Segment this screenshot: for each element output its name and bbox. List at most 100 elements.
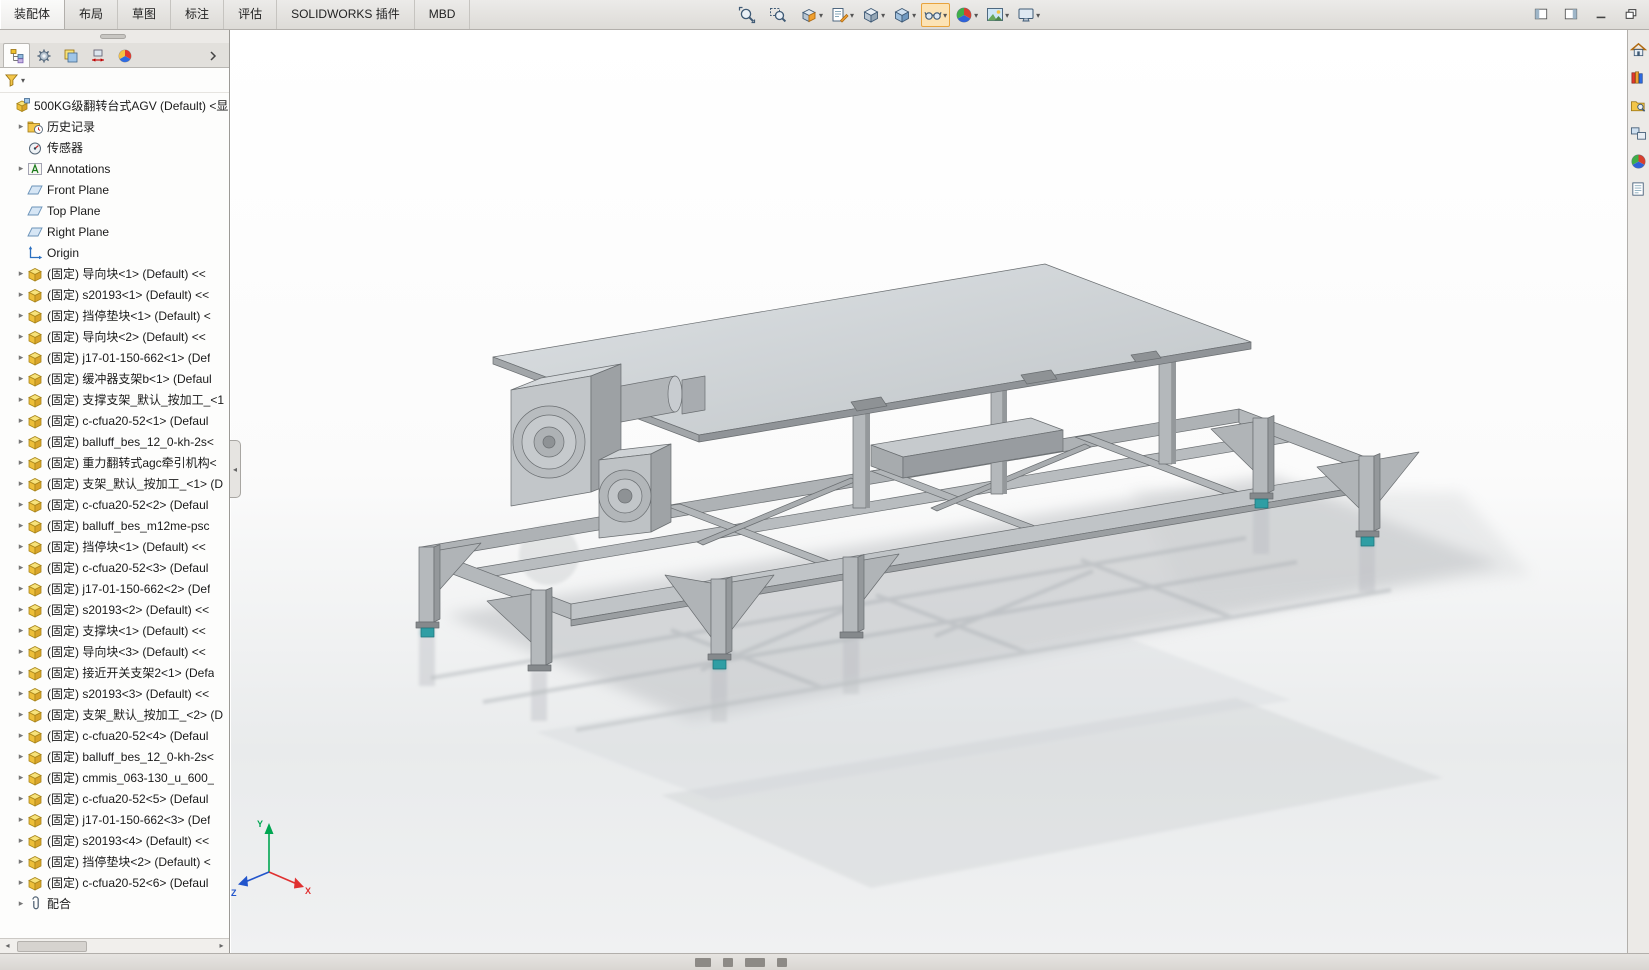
filter-caret-icon[interactable]: ▾: [21, 76, 25, 85]
dropdown-caret-icon[interactable]: ▾: [1005, 11, 1009, 20]
command-tab[interactable]: 标注: [171, 0, 225, 29]
tree-item[interactable]: ▸ Origin: [0, 242, 229, 263]
task-pane-button[interactable]: [1629, 180, 1648, 199]
expand-arrow-icon[interactable]: ▸: [15, 457, 27, 468]
tree-item[interactable]: ▸ Annotations: [0, 158, 229, 179]
expand-arrow-icon[interactable]: ▸: [15, 793, 27, 804]
hud-button[interactable]: ▾: [921, 3, 951, 27]
expand-arrow-icon[interactable]: ▸: [15, 373, 27, 384]
panel-tab[interactable]: [57, 43, 84, 67]
window-button[interactable]: [1589, 3, 1613, 25]
expand-arrow-icon[interactable]: ▸: [15, 772, 27, 783]
tree-item[interactable]: ▸ (固定) s20193<4> (Default) <<: [0, 830, 229, 851]
expand-arrow-icon[interactable]: ▸: [15, 709, 27, 720]
tree-item[interactable]: ▸ (固定) c-cfua20-52<2> (Defaul: [0, 494, 229, 515]
hud-button[interactable]: ▾: [1014, 3, 1043, 27]
expand-arrow-icon[interactable]: ▸: [15, 541, 27, 552]
tree-item[interactable]: ▸ (固定) 缓冲器支架b<1> (Defaul: [0, 368, 229, 389]
expand-arrow-icon[interactable]: ▸: [15, 646, 27, 657]
tree-item[interactable]: ▸ (固定) 重力翻转式agc牵引机构<: [0, 452, 229, 473]
tree-horizontal-scrollbar[interactable]: ◂ ▸: [0, 938, 229, 953]
tree-item[interactable]: ▸ (固定) balluff_bes_12_0-kh-2s<: [0, 746, 229, 767]
tree-item[interactable]: ▸ (固定) 支架_默认_按加工_<2> (D: [0, 704, 229, 725]
expand-arrow-icon[interactable]: ▸: [15, 268, 27, 279]
expand-arrow-icon[interactable]: ▸: [15, 898, 27, 909]
expand-arrow-icon[interactable]: ▸: [15, 436, 27, 447]
panel-tab[interactable]: [199, 43, 226, 67]
scrollbar-thumb[interactable]: [17, 940, 87, 952]
tree-item[interactable]: ▸ (固定) j17-01-150-662<1> (Def: [0, 347, 229, 368]
command-tab[interactable]: 评估: [224, 0, 278, 29]
expand-arrow-icon[interactable]: ▸: [15, 814, 27, 825]
graphics-area[interactable]: Y X Z: [231, 30, 1627, 953]
expand-arrow-icon[interactable]: ▸: [15, 415, 27, 426]
expand-arrow-icon[interactable]: ▸: [15, 289, 27, 300]
expand-arrow-icon[interactable]: ▸: [15, 751, 27, 762]
command-tab[interactable]: 草图: [118, 0, 172, 29]
tree-item[interactable]: ▸ (固定) 挡停垫块<1> (Default) <: [0, 305, 229, 326]
expand-arrow-icon[interactable]: ▸: [15, 856, 27, 867]
expand-arrow-icon[interactable]: ▸: [15, 667, 27, 678]
tree-item[interactable]: ▸ (固定) c-cfua20-52<6> (Defaul: [0, 872, 229, 893]
tree-item[interactable]: ▸ (固定) c-cfua20-52<4> (Defaul: [0, 725, 229, 746]
command-tab[interactable]: MBD: [415, 0, 471, 29]
panel-collapse-handle[interactable]: ◂: [230, 440, 241, 498]
panel-grip[interactable]: [0, 30, 229, 43]
filter-icon[interactable]: [4, 73, 19, 88]
panel-tab[interactable]: [111, 43, 138, 67]
hud-button[interactable]: ▾: [952, 3, 981, 27]
tree-item[interactable]: ▸ (固定) s20193<3> (Default) <<: [0, 683, 229, 704]
tree-item[interactable]: ▸ (固定) 导向块<3> (Default) <<: [0, 641, 229, 662]
tree-item[interactable]: ▸ (固定) balluff_bes_m12me-psc: [0, 515, 229, 536]
expand-arrow-icon[interactable]: ▸: [15, 310, 27, 321]
graphics-viewport[interactable]: Y X Z: [231, 30, 1627, 953]
tree-item[interactable]: ▸ (固定) 挡停垫块<2> (Default) <: [0, 851, 229, 872]
tree-item[interactable]: ▸ (固定) j17-01-150-662<3> (Def: [0, 809, 229, 830]
dropdown-caret-icon[interactable]: ▾: [1036, 11, 1040, 20]
task-pane-button[interactable]: [1629, 124, 1648, 143]
hud-button[interactable]: ▾: [890, 3, 919, 27]
expand-arrow-icon[interactable]: ▸: [15, 688, 27, 699]
tree-item[interactable]: ▸ (固定) 支撑支架_默认_按加工_<1: [0, 389, 229, 410]
tree-item[interactable]: ▸ 配合: [0, 893, 229, 914]
expand-arrow-icon[interactable]: ▸: [15, 520, 27, 531]
command-tab[interactable]: 装配体: [0, 0, 66, 29]
expand-arrow-icon[interactable]: ▸: [15, 394, 27, 405]
panel-tab[interactable]: [30, 43, 57, 67]
hud-button[interactable]: ▾: [983, 3, 1012, 27]
dropdown-caret-icon[interactable]: ▾: [819, 11, 823, 20]
tree-item[interactable]: ▸ Right Plane: [0, 221, 229, 242]
dropdown-caret-icon[interactable]: ▾: [881, 11, 885, 20]
task-pane-button[interactable]: [1629, 96, 1648, 115]
task-pane-button[interactable]: [1629, 40, 1648, 59]
expand-arrow-icon[interactable]: ▸: [15, 835, 27, 846]
tree-item[interactable]: ▸ (固定) 支撑块<1> (Default) <<: [0, 620, 229, 641]
tree-item[interactable]: ▸ (固定) cmmis_063-130_u_600_: [0, 767, 229, 788]
panel-tab[interactable]: [3, 43, 30, 67]
expand-arrow-icon[interactable]: ▸: [15, 499, 27, 510]
expand-arrow-icon[interactable]: ▸: [15, 877, 27, 888]
expand-arrow-icon[interactable]: ▸: [15, 730, 27, 741]
tree-item[interactable]: ▸ 历史记录: [0, 116, 229, 137]
expand-arrow-icon[interactable]: ▸: [15, 625, 27, 636]
expand-arrow-icon[interactable]: ▸: [15, 604, 27, 615]
tree-item[interactable]: ▸ (固定) s20193<2> (Default) <<: [0, 599, 229, 620]
tree-item[interactable]: ▸ (固定) 导向块<2> (Default) <<: [0, 326, 229, 347]
tree-item[interactable]: ▸ 传感器: [0, 137, 229, 158]
tree-item[interactable]: ▸ Top Plane: [0, 200, 229, 221]
scroll-left-icon[interactable]: ◂: [0, 939, 15, 953]
tree-item[interactable]: ▸ (固定) s20193<1> (Default) <<: [0, 284, 229, 305]
scroll-right-icon[interactable]: ▸: [214, 939, 229, 953]
expand-arrow-icon[interactable]: ▸: [15, 352, 27, 363]
hud-button[interactable]: ▾: [735, 3, 764, 27]
dropdown-caret-icon[interactable]: ▾: [850, 11, 854, 20]
tree-item[interactable]: ▸ (固定) c-cfua20-52<3> (Defaul: [0, 557, 229, 578]
tree-item[interactable]: ▸ (固定) j17-01-150-662<2> (Def: [0, 578, 229, 599]
expand-arrow-icon[interactable]: ▸: [15, 583, 27, 594]
expand-arrow-icon[interactable]: ▸: [15, 121, 27, 132]
tree-item[interactable]: ▸ (固定) c-cfua20-52<5> (Defaul: [0, 788, 229, 809]
task-pane-button[interactable]: [1629, 68, 1648, 87]
hud-button[interactable]: ▾: [859, 3, 888, 27]
expand-arrow-icon[interactable]: ▸: [15, 331, 27, 342]
task-pane-button[interactable]: [1629, 152, 1648, 171]
